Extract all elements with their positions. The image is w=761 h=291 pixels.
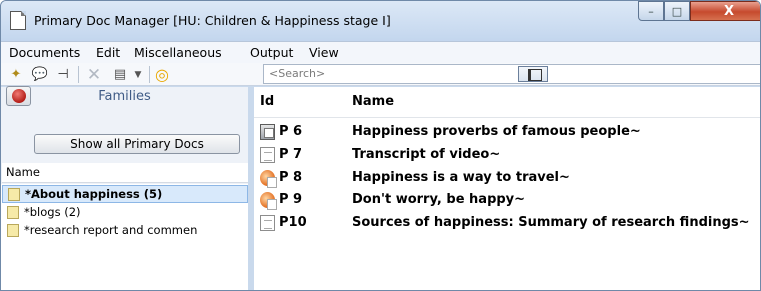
- family-label: *blogs (2): [24, 205, 81, 219]
- toolbar-separator: [149, 66, 150, 83]
- table-row[interactable]: P 8 Happiness is a way to travel~: [254, 166, 760, 189]
- doc-name: Happiness proverbs of famous people~: [352, 124, 641, 139]
- family-label: *research report and commen: [24, 223, 198, 237]
- record-icon[interactable]: [6, 86, 31, 106]
- close-button[interactable]: X: [690, 1, 760, 21]
- minimize-button[interactable]: –: [638, 1, 664, 21]
- comment-icon[interactable]: 💬: [31, 66, 49, 83]
- menu-view[interactable]: View: [309, 45, 339, 60]
- menu-miscellaneous[interactable]: Miscellaneous: [134, 45, 222, 60]
- family-icon: [7, 224, 19, 237]
- show-all-primary-docs-button[interactable]: Show all Primary Docs: [34, 134, 240, 154]
- maximize-button[interactable]: □: [664, 1, 690, 21]
- menu-edit[interactable]: Edit: [96, 45, 120, 60]
- primary-docs-table: Id Name P 6 Happiness proverbs of famous…: [254, 87, 760, 290]
- window-title: Primary Doc Manager [HU: Children & Happ…: [34, 13, 391, 28]
- doc-name: Sources of happiness: Summary of researc…: [352, 215, 750, 230]
- doc-id: P 7: [279, 147, 303, 162]
- dropdown-icon[interactable]: ▼: [129, 66, 147, 83]
- presentation-icon: [260, 192, 277, 210]
- table-row[interactable]: P 7 Transcript of video~: [254, 143, 760, 166]
- new-document-icon[interactable]: ✦: [7, 66, 25, 83]
- id-column-header[interactable]: Id: [260, 87, 274, 117]
- document-icon: [260, 124, 275, 140]
- doc-id: P 8: [279, 170, 303, 185]
- header-divider: [254, 117, 760, 118]
- menu-output[interactable]: Output: [250, 45, 293, 60]
- family-icon: [8, 188, 20, 201]
- family-label: *About happiness (5): [25, 187, 163, 201]
- presentation-icon: [260, 170, 277, 188]
- doc-name: Happiness is a way to travel~: [352, 170, 570, 185]
- table-row[interactable]: P10 Sources of happiness: Summary of res…: [254, 211, 760, 234]
- toolbar: ✦ 💬 ⊣ ✕ ▤ ▼ ◎ <Search>: [1, 63, 760, 86]
- search-input[interactable]: <Search>: [263, 64, 760, 84]
- window-controls: – □ X: [638, 1, 760, 22]
- family-icon: [7, 206, 19, 219]
- table-row[interactable]: P 9 Don't worry, be happy~: [254, 188, 760, 211]
- table-row[interactable]: P 6 Happiness proverbs of famous people~: [254, 120, 760, 143]
- families-list: *About happiness (5) *blogs (2) *researc…: [1, 184, 248, 290]
- menu-documents[interactable]: Documents: [9, 45, 80, 60]
- toolbar-separator: [78, 66, 79, 83]
- doc-id: P 9: [279, 192, 303, 207]
- primary-doc-manager-window: Primary Doc Manager [HU: Children & Happ…: [0, 0, 761, 291]
- doc-id: P 6: [279, 124, 303, 139]
- families-title: Families: [98, 89, 151, 104]
- family-item[interactable]: *About happiness (5): [2, 185, 248, 203]
- name-column-header[interactable]: Name: [352, 87, 394, 117]
- doc-name: Don't worry, be happy~: [352, 192, 526, 207]
- search-panel-toggle-icon[interactable]: [518, 66, 548, 82]
- text-file-icon: [260, 215, 275, 231]
- family-item[interactable]: *research report and commen: [2, 222, 248, 240]
- family-item[interactable]: *blogs (2): [2, 204, 248, 222]
- document-icon: [10, 11, 26, 30]
- families-pane: Families Show all Primary Docs Name *Abo…: [1, 86, 248, 290]
- search-placeholder: <Search>: [269, 67, 326, 80]
- families-name-column-header[interactable]: Name: [2, 163, 248, 183]
- doc-id: P10: [279, 215, 307, 230]
- doc-name: Transcript of video~: [352, 147, 501, 162]
- title-bar[interactable]: Primary Doc Manager [HU: Children & Happ…: [1, 1, 760, 41]
- assign-icon[interactable]: ⊣: [54, 66, 72, 83]
- menu-bar: Documents Edit Miscellaneous Output View: [1, 41, 760, 63]
- filter-icon[interactable]: ◎: [153, 65, 171, 84]
- delete-icon[interactable]: ✕: [85, 65, 103, 85]
- text-file-icon: [260, 147, 275, 163]
- view-options-icon[interactable]: ▤: [111, 66, 129, 83]
